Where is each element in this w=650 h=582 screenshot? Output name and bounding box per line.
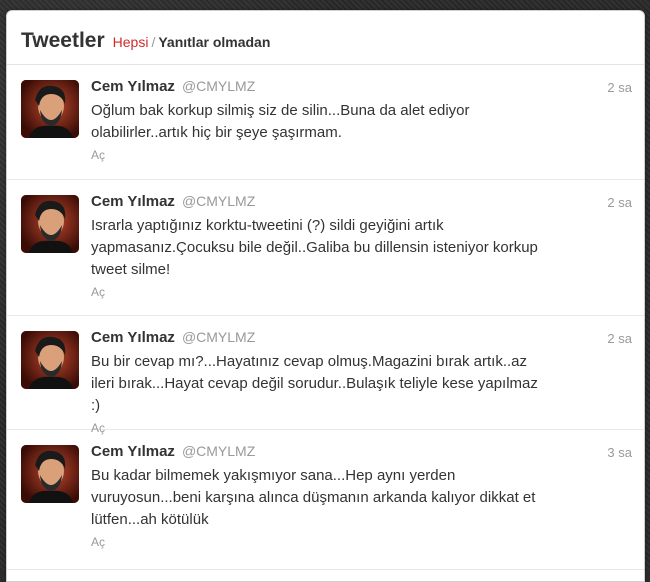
author-username[interactable]: @CMYLMZ — [182, 329, 255, 345]
author-username[interactable]: @CMYLMZ — [182, 78, 255, 94]
avatar-image — [21, 331, 79, 389]
tweet-item[interactable]: Cem Yılmaz @CMYLMZ 3 sa Bu kadar bilmeme… — [7, 430, 644, 570]
avatar-image — [21, 80, 79, 138]
avatar[interactable] — [21, 195, 79, 253]
tweet-header: Cem Yılmaz @CMYLMZ — [91, 193, 632, 210]
author-fullname[interactable]: Cem Yılmaz — [91, 193, 175, 210]
tweet-text: Oğlum bak korkup silmiş siz de silin...B… — [91, 102, 470, 141]
tweet-text: Bu bir cevap mı?...Hayatınız cevap olmuş… — [91, 353, 538, 414]
tweet-header: Cem Yılmaz @CMYLMZ — [91, 78, 632, 95]
filter-all-link[interactable]: Hepsi — [113, 34, 149, 50]
expand-link[interactable]: Aç — [91, 535, 632, 549]
expand-link[interactable]: Aç — [91, 148, 632, 162]
filter-separator: / — [151, 34, 156, 50]
tweet-timestamp[interactable]: 2 sa — [607, 80, 632, 95]
expand-link[interactable]: Aç — [91, 285, 632, 299]
tweet-header: Cem Yılmaz @CMYLMZ — [91, 443, 632, 460]
filter-no-replies-link[interactable]: Yanıtlar olmadan — [158, 34, 270, 50]
avatar-image — [21, 195, 79, 253]
author-username[interactable]: @CMYLMZ — [182, 193, 255, 209]
tweets-panel: Tweetler Hepsi / Yanıtlar olmadan Cem Yı… — [6, 10, 645, 582]
author-fullname[interactable]: Cem Yılmaz — [91, 78, 175, 95]
tweet-header: Cem Yılmaz @CMYLMZ — [91, 329, 632, 346]
tweet-item[interactable]: Cem Yılmaz @CMYLMZ 2 sa Israrla yaptığın… — [7, 180, 644, 316]
avatar[interactable] — [21, 445, 79, 503]
author-username[interactable]: @CMYLMZ — [182, 443, 255, 459]
author-fullname[interactable]: Cem Yılmaz — [91, 443, 175, 460]
avatar[interactable] — [21, 80, 79, 138]
tweet-text: Bu kadar bilmemek yakışmıyor sana...Hep … — [91, 467, 536, 528]
avatar[interactable] — [21, 331, 79, 389]
avatar-image — [21, 445, 79, 503]
tweet-timestamp[interactable]: 2 sa — [607, 331, 632, 346]
timeline-header: Tweetler Hepsi / Yanıtlar olmadan — [7, 11, 644, 65]
tweet-item[interactable]: Cem Yılmaz @CMYLMZ 2 sa Bu bir cevap mı?… — [7, 316, 644, 435]
tweet-timestamp[interactable]: 2 sa — [607, 195, 632, 210]
tweet-item[interactable]: Cem Yılmaz @CMYLMZ 2 sa Oğlum bak korkup… — [7, 65, 644, 180]
page-title: Tweetler — [21, 29, 105, 52]
tweet-text: Israrla yaptığınız korktu-tweetini (?) s… — [91, 217, 538, 278]
author-fullname[interactable]: Cem Yılmaz — [91, 329, 175, 346]
tweet-timestamp[interactable]: 3 sa — [607, 445, 632, 460]
